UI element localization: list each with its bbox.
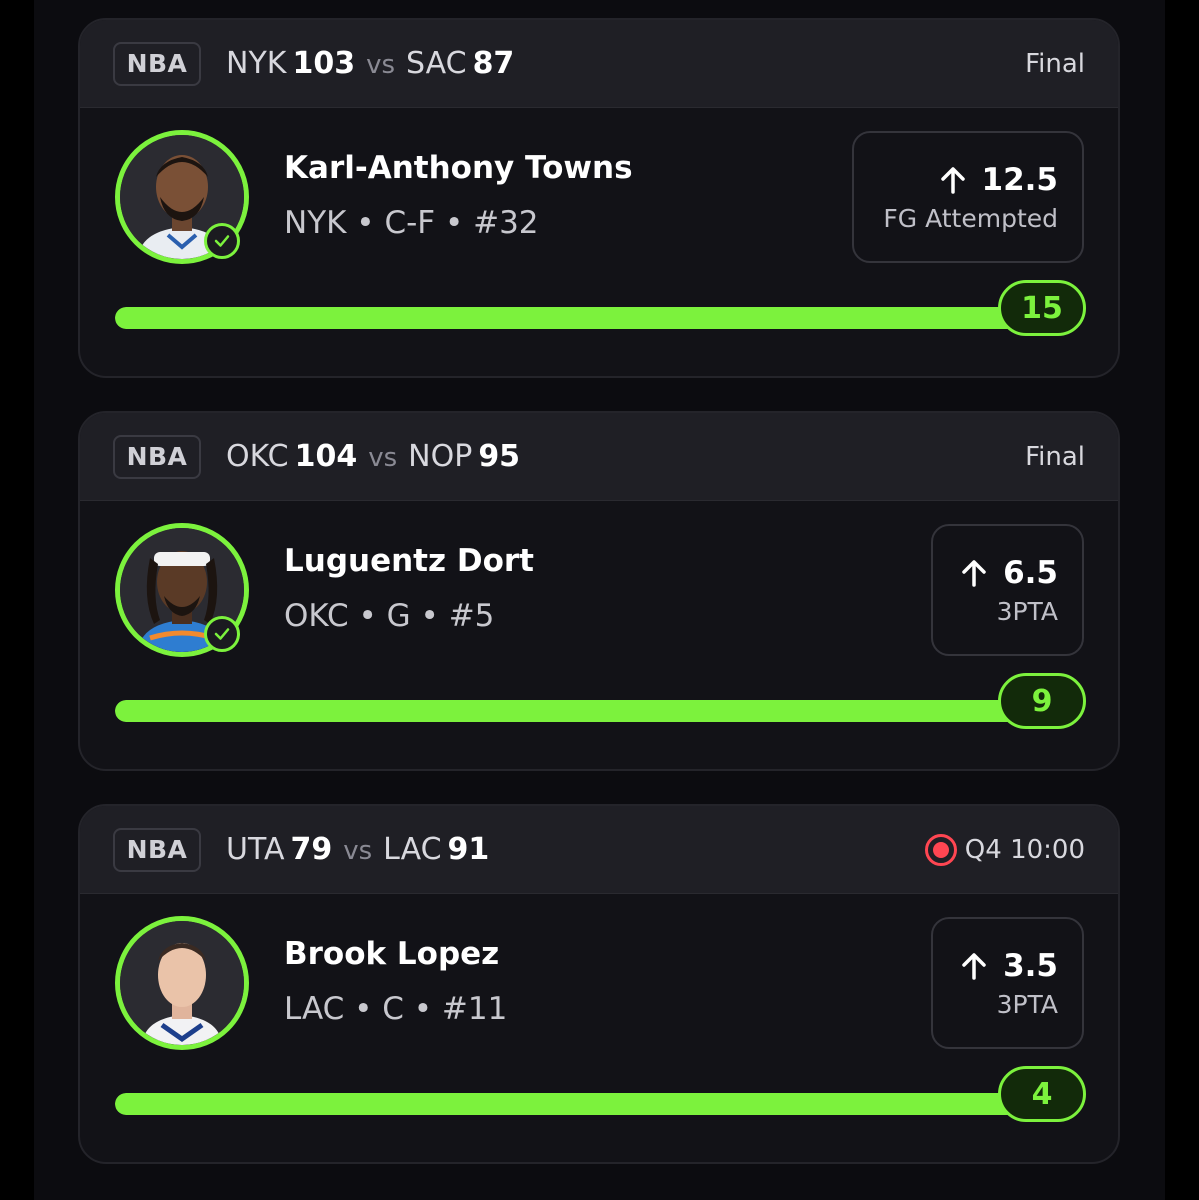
- game-header: NBA OKC 104 vs NOP 95 Final: [80, 413, 1118, 501]
- prop-line-box[interactable]: 6.5 3PTA: [931, 524, 1084, 656]
- line-value: 3.5: [1003, 947, 1058, 984]
- live-indicator-icon: [924, 833, 957, 866]
- progress-fill: [115, 700, 1040, 722]
- card-body: Brook Lopez LAC • C • #11 3.5 3PTA 4: [80, 894, 1118, 1162]
- prop-card-3[interactable]: NBA UTA 79 vs LAC 91 Q4 10:00 Brook Lope…: [78, 804, 1120, 1164]
- actual-value-pill: 4: [998, 1066, 1086, 1122]
- progress-fill: [115, 1093, 1040, 1115]
- actual-value-pill: 9: [998, 673, 1086, 729]
- team-home: SAC: [406, 46, 467, 81]
- progress-fill: [115, 307, 1040, 329]
- arrow-up-icon: [962, 559, 986, 587]
- line-stat: 3PTA: [996, 989, 1058, 1019]
- arrow-up-icon: [962, 952, 986, 980]
- player-meta: LAC • C • #11: [284, 991, 508, 1027]
- game-status: Q4 10:00: [924, 833, 1085, 866]
- matchup: UTA 79 vs LAC 91: [226, 832, 489, 867]
- matchup: OKC 104 vs NOP 95: [226, 439, 520, 474]
- vs-label: vs: [366, 50, 396, 80]
- vs-label: vs: [368, 443, 398, 473]
- player-name: Luguentz Dort: [284, 543, 534, 579]
- team-away: NYK: [226, 46, 287, 81]
- player-headshot-icon: [120, 921, 244, 1045]
- status-text: Q4 10:00: [964, 834, 1085, 865]
- score-away: 79: [290, 832, 333, 867]
- league-badge: NBA: [113, 827, 201, 872]
- team-home: NOP: [408, 439, 473, 474]
- player-avatar[interactable]: [115, 916, 249, 1050]
- matchup: NYK 103 vs SAC 87: [226, 46, 514, 81]
- score-home: 95: [478, 439, 521, 474]
- line-stat: 3PTA: [996, 596, 1058, 626]
- score-home: 87: [472, 46, 515, 81]
- vs-label: vs: [343, 836, 373, 866]
- score-away: 104: [294, 439, 358, 474]
- player-meta: OKC • G • #5: [284, 598, 495, 634]
- status-text: Final: [1025, 441, 1085, 472]
- completed-check-icon: [204, 223, 240, 259]
- game-status: Final: [1025, 442, 1085, 472]
- line-value: 12.5: [981, 161, 1059, 198]
- card-body: Luguentz Dort OKC • G • #5 6.5 3PTA 9: [80, 501, 1118, 769]
- line-stat: FG Attempted: [883, 203, 1058, 233]
- player-name: Brook Lopez: [284, 936, 500, 972]
- prop-card-1[interactable]: NBA NYK 103 vs SAC 87 Final Karl-Anthony…: [78, 18, 1120, 378]
- progress-bar: [115, 1093, 1040, 1115]
- arrow-up-icon: [940, 166, 965, 194]
- game-header: NBA UTA 79 vs LAC 91 Q4 10:00: [80, 806, 1118, 894]
- team-away: UTA: [226, 832, 285, 867]
- progress-bar: [115, 307, 1040, 329]
- completed-check-icon: [204, 616, 240, 652]
- status-text: Final: [1025, 48, 1085, 79]
- prop-line-box[interactable]: 3.5 3PTA: [931, 917, 1084, 1049]
- player-meta: NYK • C-F • #32: [284, 205, 539, 241]
- player-name: Karl-Anthony Towns: [284, 150, 633, 186]
- game-header: NBA NYK 103 vs SAC 87 Final: [80, 20, 1118, 108]
- actual-value-pill: 15: [998, 280, 1086, 336]
- card-body: Karl-Anthony Towns NYK • C-F • #32 12.5 …: [80, 108, 1118, 376]
- progress-bar: [115, 700, 1040, 722]
- score-home: 91: [447, 832, 490, 867]
- prop-line-box[interactable]: 12.5 FG Attempted: [852, 131, 1084, 263]
- line-value: 6.5: [1003, 554, 1058, 591]
- prop-card-2[interactable]: NBA OKC 104 vs NOP 95 Final Luguentz Dor…: [78, 411, 1120, 771]
- league-badge: NBA: [113, 434, 201, 479]
- team-home: LAC: [383, 832, 442, 867]
- league-badge: NBA: [113, 41, 201, 86]
- team-away: OKC: [226, 439, 289, 474]
- game-status: Final: [1025, 49, 1085, 79]
- score-away: 103: [292, 46, 356, 81]
